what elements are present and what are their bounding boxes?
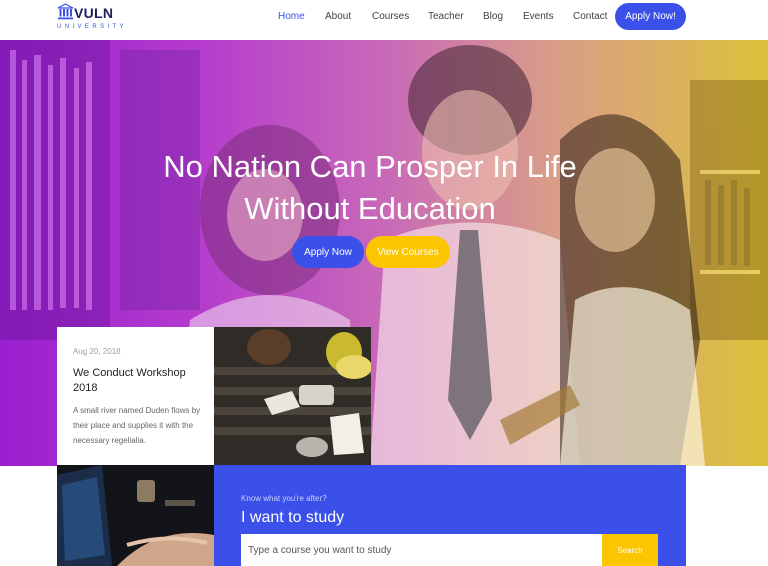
nav-courses[interactable]: Courses [372,11,409,22]
course-search-input[interactable] [241,534,602,566]
event-image[interactable] [214,327,371,465]
brand-name: VULN [74,5,114,21]
university-building-icon [57,3,74,20]
course-search-panel: Know what you're after? I want to study … [214,465,686,566]
course-search-button[interactable]: Search [602,534,658,566]
study-title: I want to study [241,509,345,526]
event-date: Aug 20, 2018 [73,347,121,356]
event-title[interactable]: We Conduct Workshop 2018 [73,366,203,396]
nav-about[interactable]: About [325,11,351,22]
logo[interactable]: VULN UNIVERSITY [57,3,137,33]
nav-events[interactable]: Events [523,11,554,22]
nav-home[interactable]: Home [278,11,305,22]
hero-title: No Nation Can Prosper In Life Without Ed… [163,149,577,226]
apply-now-nav-button[interactable]: Apply Now! [615,3,686,30]
apply-now-button[interactable]: Apply Now [292,236,364,268]
brand-subtitle: UNIVERSITY [57,24,128,30]
event-description: A small river named Duden flows by their… [73,406,201,445]
study-kicker: Know what you're after? [241,494,327,503]
event-card[interactable]: Aug 20, 2018 We Conduct Workshop 2018 A … [57,327,214,465]
navbar: VULN UNIVERSITY Home About Courses Teach… [0,0,768,40]
laptop-image [57,465,214,566]
view-courses-button[interactable]: View Courses [366,236,450,268]
nav-teacher[interactable]: Teacher [428,11,464,22]
nav-contact[interactable]: Contact [573,11,607,22]
nav-blog[interactable]: Blog [483,11,503,22]
